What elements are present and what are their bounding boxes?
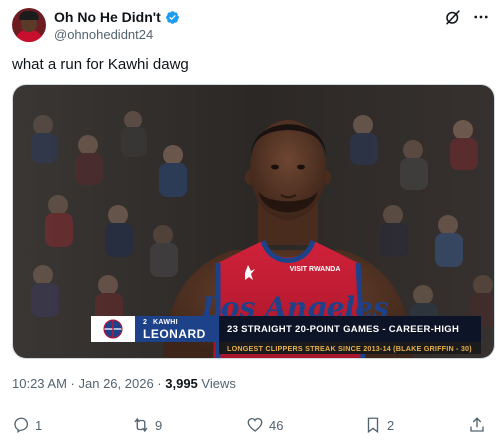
- jersey-sponsor: VISIT RWANDA: [290, 266, 341, 273]
- player-nameplate: 2 KAWHI LEONARD: [135, 316, 219, 342]
- grok-icon[interactable]: [444, 8, 462, 26]
- stat-subline: LONGEST CLIPPERS STREAK SINCE 2013-14 (B…: [219, 342, 481, 354]
- reply-icon: [14, 417, 29, 434]
- tweet-media-image[interactable]: VISIT RWANDA Los Angeles 2 KAWHI LEONARD…: [12, 84, 495, 359]
- avatar[interactable]: [12, 8, 46, 42]
- heart-icon: [247, 417, 263, 432]
- verified-badge-icon: [165, 10, 179, 24]
- reply-count: 1: [35, 417, 43, 433]
- repost-icon: [134, 417, 148, 433]
- views-count: 3,995: [165, 376, 198, 391]
- tweet-time[interactable]: 10:23 AM: [12, 376, 67, 391]
- author-display-name[interactable]: Oh No He Didn't: [54, 9, 161, 25]
- like-button[interactable]: 46: [246, 416, 283, 434]
- clippers-logo-icon: [91, 316, 135, 342]
- stat-banner: 23 STRAIGHT 20-POINT GAMES - CAREER-HIGH: [219, 316, 481, 342]
- like-count: 46: [269, 417, 284, 433]
- meta-separator-2: ·: [153, 376, 166, 391]
- share-button[interactable]: [468, 416, 486, 434]
- tweet-top-actions: [444, 8, 490, 26]
- player-first-name: KAWHI: [153, 319, 178, 326]
- avatar-cap: [19, 11, 39, 20]
- author-handle[interactable]: @ohnohedidnt24: [54, 27, 153, 42]
- player-number: 2: [143, 319, 147, 326]
- bookmark-count: 2: [387, 417, 395, 433]
- share-icon: [470, 417, 484, 432]
- tweet-date[interactable]: Jan 26, 2026: [79, 376, 154, 391]
- tweet-text: what a run for Kawhi dawg: [12, 56, 189, 73]
- tweet-action-bar: 1 9 46 2: [12, 416, 490, 438]
- tweet-meta: 10:23 AM · Jan 26, 2026 · 3,995 Views: [12, 376, 236, 391]
- bookmark-icon: [367, 417, 379, 434]
- reply-button[interactable]: 1: [12, 416, 42, 434]
- repost-button[interactable]: 9: [132, 416, 162, 434]
- views-label: Views: [201, 376, 236, 391]
- author-name-row: Oh No He Didn't: [54, 9, 180, 25]
- more-options-icon[interactable]: [472, 8, 490, 26]
- player-last-name: LEONARD: [143, 327, 206, 341]
- bookmark-button[interactable]: 2: [364, 416, 394, 434]
- broadcast-lower-third: 2 KAWHI LEONARD 23 STRAIGHT 20-POINT GAM…: [91, 316, 483, 354]
- meta-separator: ·: [66, 376, 79, 391]
- repost-count: 9: [155, 417, 163, 433]
